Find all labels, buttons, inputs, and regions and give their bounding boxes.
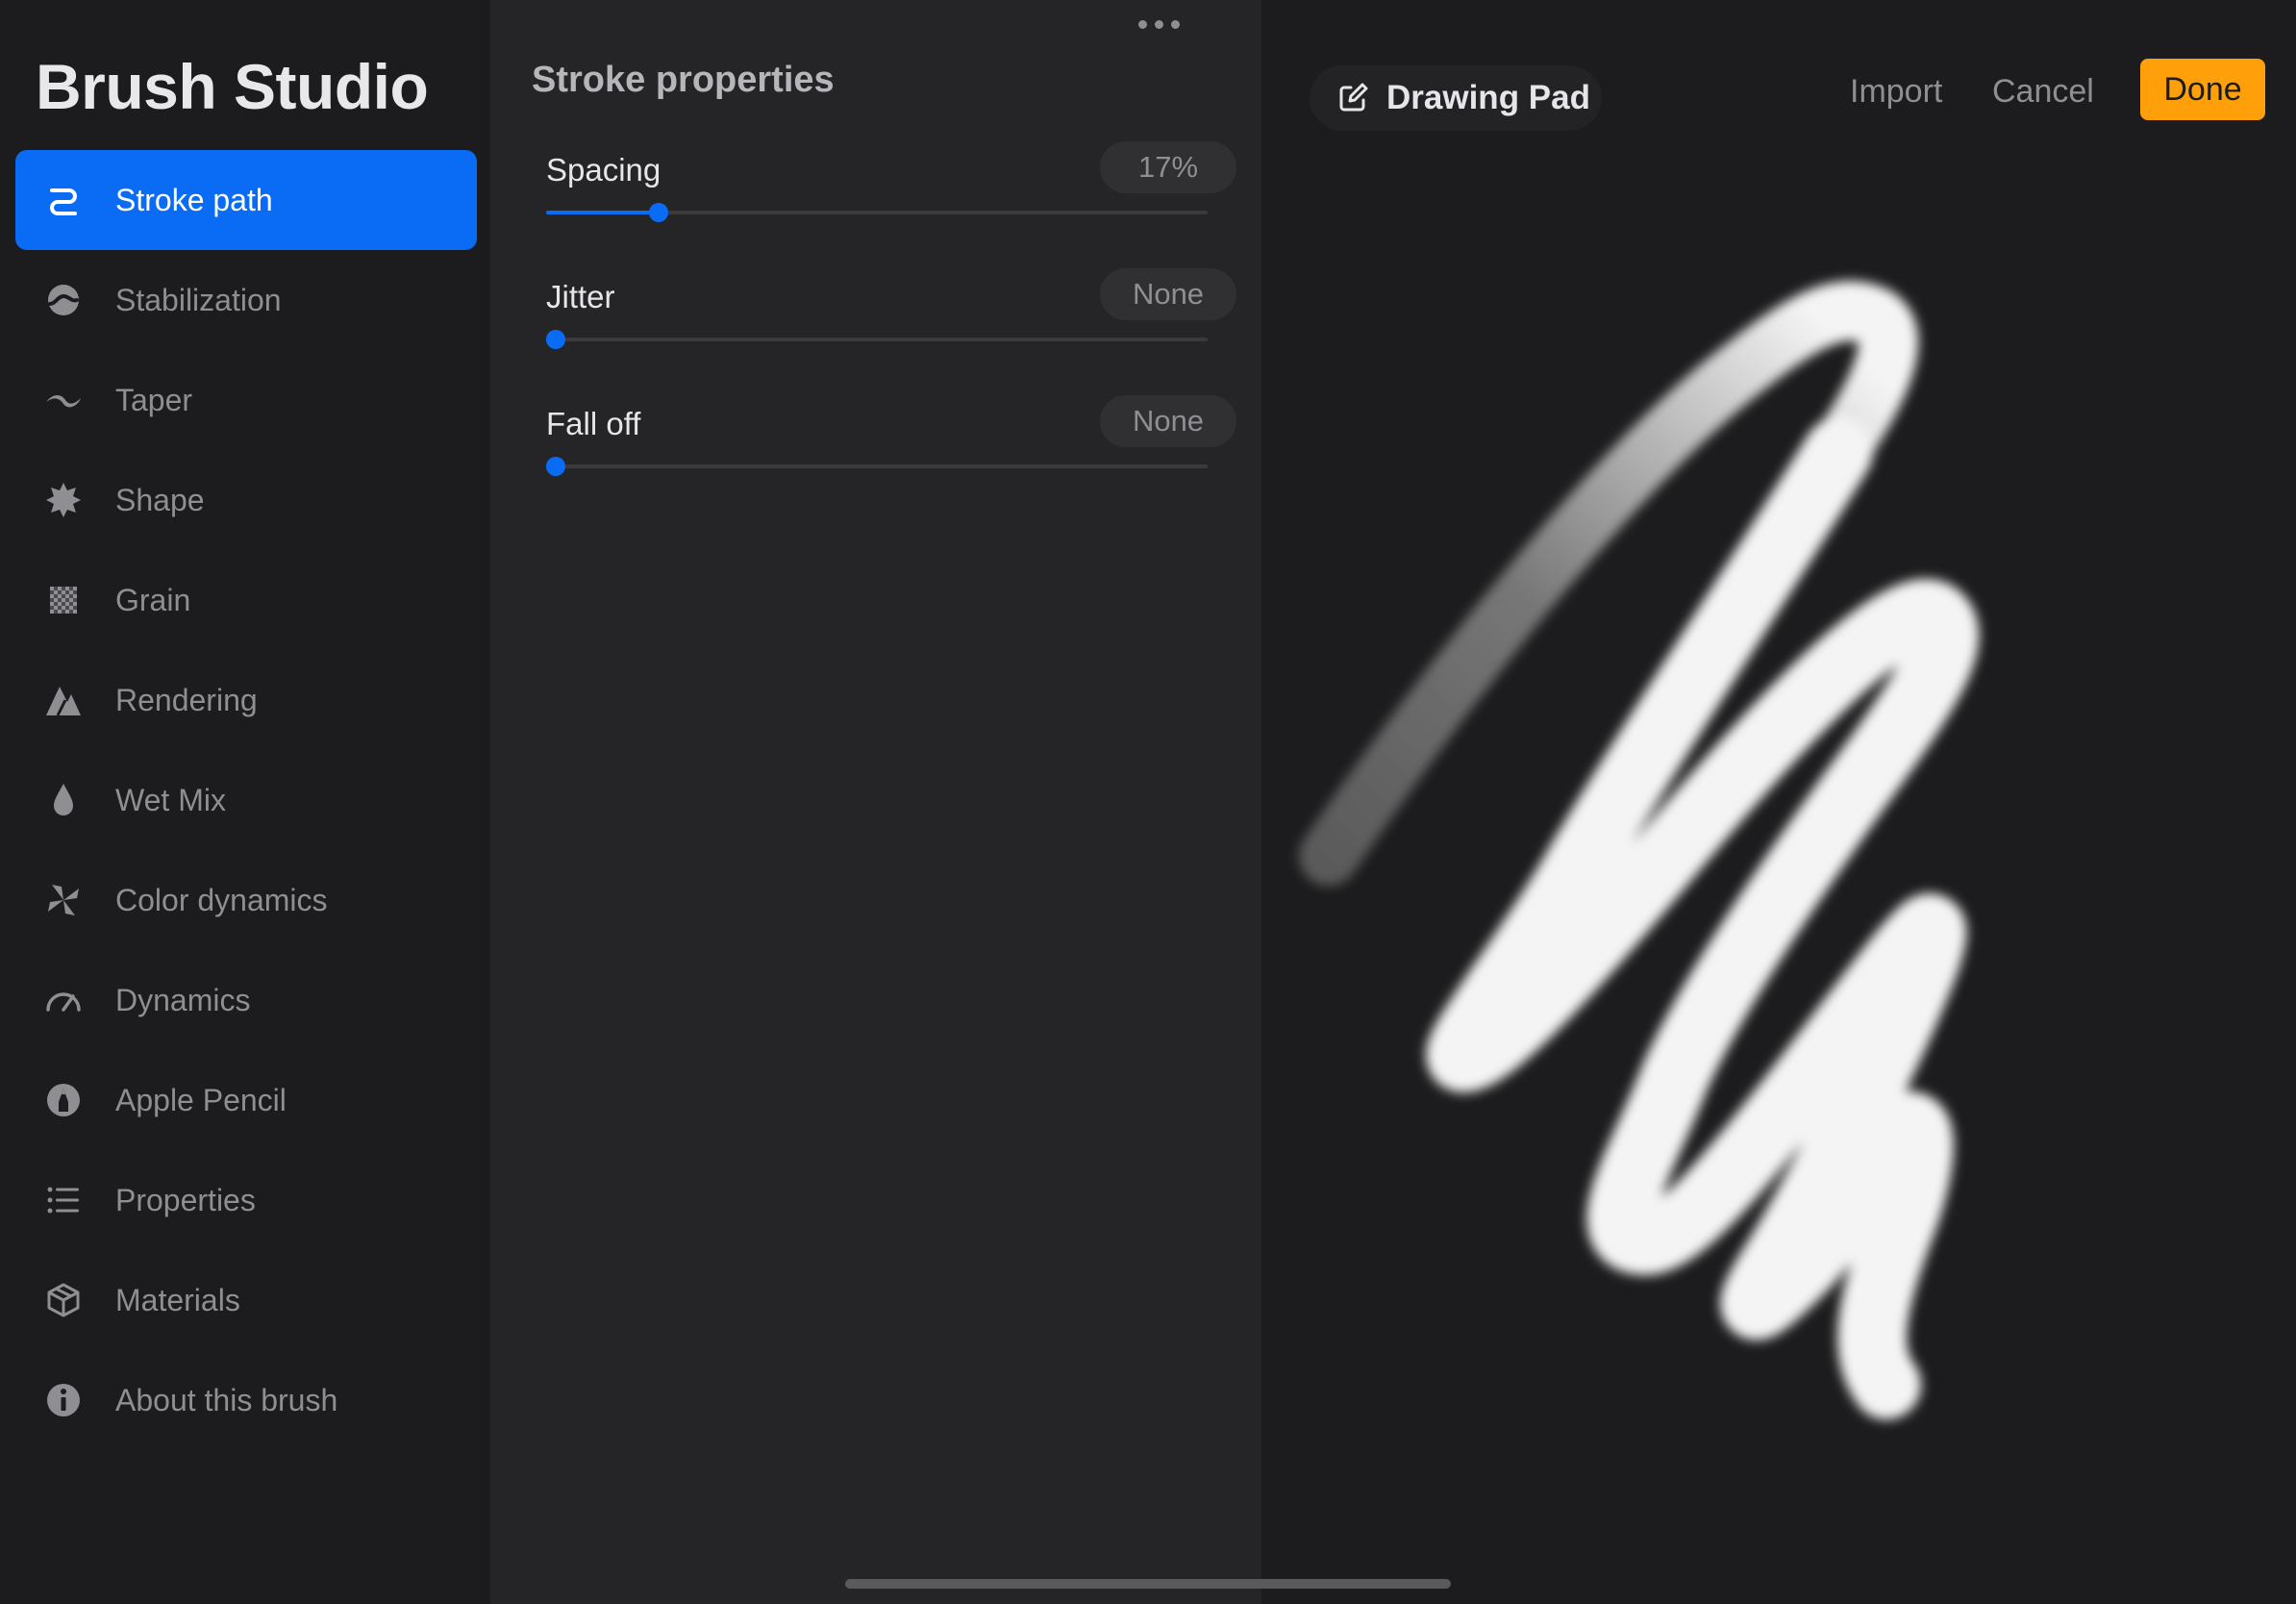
sidebar-item-materials[interactable]: Materials — [15, 1250, 477, 1350]
sidebar: Brush Studio Stroke path Stabilization T… — [0, 0, 490, 1604]
sidebar-item-label: Stroke path — [115, 183, 273, 217]
sidebar-item-properties[interactable]: Properties — [15, 1150, 477, 1250]
taper-icon — [44, 381, 83, 419]
sidebar-item-label: Dynamics — [115, 983, 251, 1017]
info-icon — [44, 1381, 83, 1419]
shape-icon — [44, 481, 83, 519]
sidebar-item-label: Apple Pencil — [115, 1083, 287, 1117]
color-dynamics-icon — [44, 881, 83, 919]
sidebar-item-label: About this brush — [115, 1383, 338, 1417]
fall-off-value[interactable]: None — [1100, 395, 1236, 447]
sidebar-item-apple-pencil[interactable]: Apple Pencil — [15, 1050, 477, 1150]
sidebar-item-dynamics[interactable]: Dynamics — [15, 950, 477, 1050]
sidebar-item-label: Stabilization — [115, 283, 282, 317]
properties-icon — [44, 1181, 83, 1219]
import-button[interactable]: Import — [1850, 67, 1942, 115]
wet-mix-icon — [44, 781, 83, 819]
drawing-pad[interactable]: Drawing Pad Import Cancel Done — [1261, 0, 2296, 1604]
materials-icon — [44, 1281, 83, 1319]
sidebar-nav: Stroke path Stabilization Taper Shape Gr… — [15, 150, 477, 1450]
sidebar-item-label: Materials — [115, 1283, 240, 1317]
sidebar-item-rendering[interactable]: Rendering — [15, 650, 477, 750]
grain-icon — [44, 581, 83, 619]
rendering-icon — [44, 681, 83, 719]
slider-thumb[interactable] — [546, 330, 565, 349]
spacing-value[interactable]: 17% — [1100, 141, 1236, 193]
slider-thumb[interactable] — [648, 203, 668, 222]
sidebar-item-wet-mix[interactable]: Wet Mix — [15, 750, 477, 850]
done-button[interactable]: Done — [2140, 59, 2265, 120]
sidebar-item-color-dynamics[interactable]: Color dynamics — [15, 850, 477, 950]
sidebar-item-label: Properties — [115, 1183, 256, 1217]
apple-pencil-icon — [44, 1081, 83, 1119]
jitter-value[interactable]: None — [1100, 268, 1236, 320]
spacing-label: Spacing — [546, 152, 661, 188]
stroke-path-icon — [44, 181, 83, 219]
dynamics-icon — [44, 981, 83, 1019]
sidebar-item-label: Color dynamics — [115, 883, 328, 917]
sidebar-item-label: Wet Mix — [115, 783, 226, 817]
sidebar-item-about[interactable]: About this brush — [15, 1350, 477, 1450]
sidebar-item-label: Shape — [115, 483, 205, 517]
edit-icon — [1336, 82, 1369, 114]
home-indicator — [845, 1579, 1451, 1589]
sidebar-item-grain[interactable]: Grain — [15, 550, 477, 650]
spacing-setting: Spacing 17% — [546, 141, 1236, 257]
fall-off-label: Fall off — [546, 406, 641, 441]
jitter-slider[interactable] — [546, 330, 1208, 349]
slider-thumb[interactable] — [546, 457, 565, 476]
spacing-slider[interactable] — [546, 203, 1208, 222]
sidebar-item-stabilization[interactable]: Stabilization — [15, 250, 477, 350]
sidebar-item-label: Rendering — [115, 683, 258, 717]
sidebar-item-label: Grain — [115, 583, 191, 617]
brush-stroke-preview — [1299, 281, 1980, 1419]
sidebar-item-stroke-path[interactable]: Stroke path — [15, 150, 477, 250]
settings-panel: Stroke properties Spacing 17% Jitter Non… — [490, 0, 1261, 1604]
jitter-label: Jitter — [546, 279, 615, 314]
stabilization-icon — [44, 281, 83, 319]
sidebar-item-label: Taper — [115, 383, 193, 417]
slider-fill — [546, 211, 659, 214]
sidebar-item-taper[interactable]: Taper — [15, 350, 477, 450]
jitter-setting: Jitter None — [546, 268, 1236, 384]
drawing-pad-label: Drawing Pad — [1386, 79, 1590, 116]
panel-title: Stroke properties — [532, 60, 835, 100]
more-options-icon[interactable] — [1125, 10, 1192, 38]
cancel-button[interactable]: Cancel — [1992, 67, 2094, 115]
fall-off-setting: Fall off None — [546, 395, 1236, 511]
app-title: Brush Studio — [36, 51, 429, 122]
drawing-pad-button[interactable]: Drawing Pad — [1310, 65, 1602, 131]
fall-off-slider[interactable] — [546, 457, 1208, 476]
sidebar-item-shape[interactable]: Shape — [15, 450, 477, 550]
